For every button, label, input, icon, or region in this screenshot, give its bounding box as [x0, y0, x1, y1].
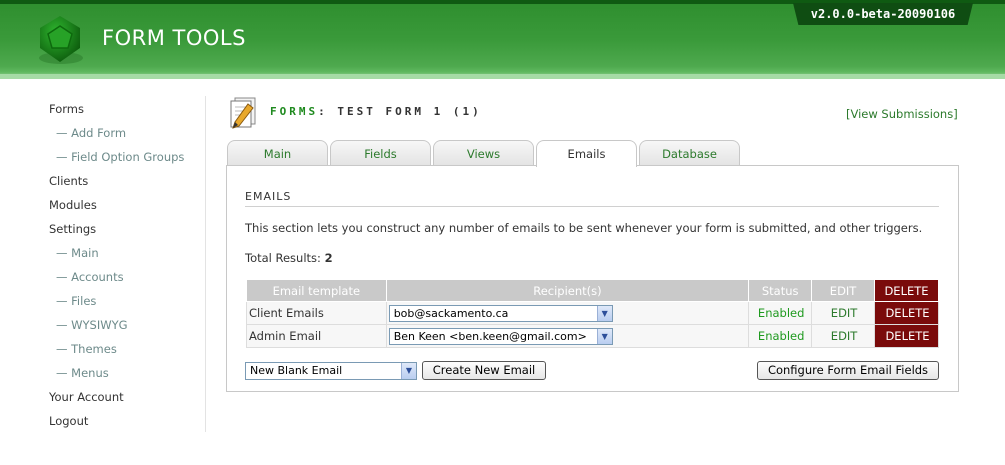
- tab-fields[interactable]: Fields: [330, 140, 431, 166]
- app-title: FORM TOOLS: [102, 26, 246, 50]
- sidebar-item-modules[interactable]: Modules: [49, 197, 97, 213]
- sidebar-item-field-option-groups[interactable]: — Field Option Groups: [56, 149, 184, 165]
- page-title: FORMS: TEST FORM 1 (1): [270, 105, 482, 118]
- email-template-name: Admin Email: [246, 324, 387, 348]
- sidebar-item-settings[interactable]: Settings: [49, 221, 96, 237]
- create-new-email-button[interactable]: Create New Email: [422, 361, 546, 380]
- total-results-value: 2: [324, 251, 333, 265]
- sidebar-item-wysiwyg[interactable]: — WYSIWYG: [56, 317, 128, 333]
- recipient-cell: Ben Keen <ben.keen@gmail.com> ▼: [385, 324, 750, 348]
- tab-database[interactable]: Database: [639, 140, 740, 166]
- page-title-section: FORMS: [270, 105, 319, 118]
- table-row: Admin Email Ben Keen <ben.keen@gmail.com…: [246, 324, 939, 348]
- sidebar-item-themes[interactable]: — Themes: [56, 341, 117, 357]
- header-subbar: [0, 74, 1005, 79]
- configure-email-fields-button[interactable]: Configure Form Email Fields: [757, 361, 939, 380]
- app-header: FORM TOOLS v2.0.0-beta-20090106: [0, 0, 1005, 78]
- edit-link[interactable]: EDIT: [811, 301, 876, 325]
- delete-button[interactable]: DELETE: [874, 301, 939, 325]
- emails-table: Email template Recipient(s) Status EDIT …: [246, 279, 939, 348]
- column-header-status: Status: [748, 279, 813, 302]
- tab-emails[interactable]: Emails: [536, 140, 637, 167]
- sidebar-item-your-account[interactable]: Your Account: [49, 389, 124, 405]
- delete-button[interactable]: DELETE: [874, 324, 939, 348]
- view-submissions-link[interactable]: [View Submissions]: [846, 107, 958, 121]
- form-tools-logo-icon: [39, 16, 83, 64]
- recipient-select-value: Ben Keen <ben.keen@gmail.com>: [393, 329, 587, 343]
- recipient-select[interactable]: bob@sackamento.ca ▼: [388, 304, 613, 322]
- total-results: Total Results: 2: [245, 251, 333, 265]
- sidebar-item-add-form[interactable]: — Add Form: [56, 125, 126, 141]
- total-results-label: Total Results:: [245, 251, 321, 265]
- column-header-edit: EDIT: [811, 279, 876, 302]
- sidebar-item-clients[interactable]: Clients: [49, 173, 88, 189]
- chevron-down-icon: ▼: [401, 363, 416, 379]
- table-row: Client Emails bob@sackamento.ca ▼ Enable…: [246, 301, 939, 325]
- sidebar-item-menus[interactable]: — Menus: [56, 365, 109, 381]
- column-header-template: Email template: [246, 279, 387, 302]
- recipient-select[interactable]: Ben Keen <ben.keen@gmail.com> ▼: [388, 327, 613, 345]
- sidebar-item-logout[interactable]: Logout: [49, 413, 88, 429]
- tab-views[interactable]: Views: [433, 140, 534, 166]
- page-title-form: : TEST FORM 1 (1): [318, 105, 482, 118]
- section-title: EMAILS: [245, 190, 292, 203]
- sidebar: Forms — Add Form — Field Option Groups C…: [0, 96, 206, 432]
- sidebar-item-accounts[interactable]: — Accounts: [56, 269, 124, 285]
- sidebar-item-files[interactable]: — Files: [56, 293, 96, 309]
- table-header-row: Email template Recipient(s) Status EDIT …: [246, 279, 939, 302]
- column-header-recipients: Recipient(s): [385, 279, 750, 302]
- recipient-select-value: bob@sackamento.ca: [393, 306, 509, 320]
- section-divider: [245, 206, 939, 207]
- edit-link[interactable]: EDIT: [811, 324, 876, 348]
- sidebar-item-settings-main[interactable]: — Main: [56, 245, 99, 261]
- new-email-type-value: New Blank Email: [250, 364, 343, 377]
- email-template-name: Client Emails: [246, 301, 387, 325]
- tab-main[interactable]: Main: [227, 140, 328, 166]
- column-header-delete: DELETE: [874, 279, 939, 302]
- sidebar-item-forms[interactable]: Forms: [49, 101, 84, 117]
- version-badge: v2.0.0-beta-20090106: [793, 3, 973, 25]
- recipient-cell: bob@sackamento.ca ▼: [385, 301, 750, 325]
- chevron-down-icon: ▼: [596, 328, 612, 344]
- status-badge: Enabled: [748, 324, 813, 348]
- chevron-down-icon: ▼: [596, 305, 612, 321]
- new-email-type-select[interactable]: New Blank Email ▼: [245, 362, 417, 380]
- edit-form-icon: [230, 97, 256, 129]
- status-badge: Enabled: [748, 301, 813, 325]
- section-description: This section lets you construct any numb…: [245, 221, 923, 235]
